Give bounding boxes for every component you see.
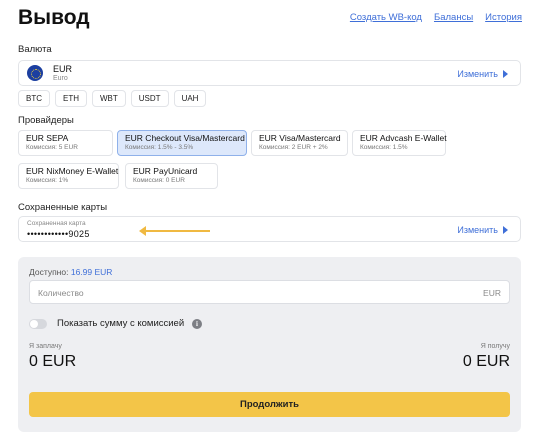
currency-code: EUR [53,64,73,74]
available-label: Доступно: [29,267,69,277]
play-arrow-icon [503,70,508,78]
change-currency-button[interactable]: Изменить [457,69,508,79]
providers-section-label: Провайдеры [18,115,74,126]
provider-fee: Комиссия: 0 EUR [133,177,185,184]
saved-cards-section-label: Сохраненные карты [18,202,108,213]
chip-eth[interactable]: ETH [55,90,87,107]
currency-name: Euro [53,75,68,82]
provider-name: EUR SEPA [26,133,69,143]
change-card-label: Изменить [457,225,498,235]
saved-card-number: ••••••••••••9025 [27,229,90,239]
provider-eur-sepa[interactable]: EUR SEPA Комиссия: 5 EUR [18,130,113,156]
provider-fee: Комиссия: 1.5% [360,144,408,151]
provider-eur-checkout-visa-mastercard[interactable]: EUR Checkout Visa/Mastercard Комиссия: 1… [117,130,247,156]
provider-fee: Комиссия: 2 EUR + 2% [259,144,328,151]
chip-wbt[interactable]: WBT [92,90,126,107]
available-balance: Доступно: 16.99 EUR [29,267,112,277]
show-fee-toggle-label: Показать сумму с комиссией [57,318,185,329]
change-currency-label: Изменить [457,69,498,79]
provider-eur-nixmoney-e-wallet[interactable]: EUR NixMoney E-Wallet Комиссия: 1% [18,163,119,189]
saved-card-caption: Сохраненная карта [27,220,86,227]
provider-eur-payunicard[interactable]: EUR PayUnicard Комиссия: 0 EUR [125,163,218,189]
play-arrow-icon [503,226,508,234]
provider-fee: Комиссия: 1.5% - 3.5% [125,144,194,151]
receive-label: Я получу [480,343,510,350]
currency-chips: BTC ETH WBT USDT UAH [18,90,207,107]
history-link[interactable]: История [485,12,522,23]
page-title: Вывод [18,6,90,29]
provider-name: EUR Visa/Mastercard [259,133,341,143]
change-card-button[interactable]: Изменить [457,225,508,235]
provider-name: EUR Checkout Visa/Mastercard [125,133,245,143]
show-fee-toggle[interactable] [29,319,47,329]
amount-placeholder: Количество [38,288,84,298]
available-amount: 16.99 EUR [70,267,113,277]
create-wb-code-link[interactable]: Создать WB-код [350,12,422,23]
provider-eur-visa-mastercard[interactable]: EUR Visa/Mastercard Комиссия: 2 EUR + 2% [251,130,348,156]
top-links: Создать WB-код Балансы История [350,12,522,23]
provider-eur-advcash-e-wallet[interactable]: EUR Advcash E-Wallet Комиссия: 1.5% [352,130,447,156]
amount-input[interactable]: Количество EUR [29,280,510,304]
chip-btc[interactable]: BTC [18,90,50,107]
provider-fee: Комиссия: 1% [26,177,69,184]
saved-card-selector[interactable]: Сохраненная карта ••••••••••••9025 Измен… [18,216,521,242]
provider-name: EUR PayUnicard [133,166,198,176]
provider-name: EUR NixMoney E-Wallet [26,166,119,176]
balances-link[interactable]: Балансы [434,12,473,23]
chip-usdt[interactable]: USDT [130,90,169,107]
arrow-left-icon [139,226,210,236]
currency-section-label: Валюта [18,44,52,55]
provider-fee: Комиссия: 5 EUR [26,144,78,151]
continue-button[interactable]: Продолжить [29,392,510,417]
pay-label: Я заплачу [29,343,62,350]
pay-value: 0 EUR [29,353,77,370]
chip-uah[interactable]: UAH [173,90,207,107]
receive-value: 0 EUR [462,353,510,370]
provider-name: EUR Advcash E-Wallet [360,133,447,143]
withdraw-form-panel: Доступно: 16.99 EUR Количество EUR Показ… [18,257,521,432]
eu-flag-icon [27,65,43,81]
amount-currency: EUR [483,288,501,298]
currency-selector[interactable]: EUR Euro Изменить [18,60,521,86]
info-icon[interactable]: i [192,319,202,329]
